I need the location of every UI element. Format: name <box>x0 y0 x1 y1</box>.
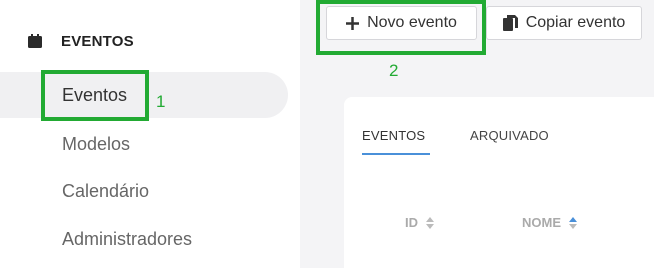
column-header-id[interactable]: ID <box>405 215 434 230</box>
annotation-highlight-1 <box>41 70 149 121</box>
column-header-label: ID <box>405 215 418 230</box>
sidebar-item-modelos[interactable]: Modelos <box>0 121 288 167</box>
copy-icon <box>502 14 518 32</box>
sort-ascending-icon <box>569 216 577 229</box>
events-card: EVENTOS ARQUIVADO ID NOME <box>344 97 654 268</box>
tab-arquivado[interactable]: ARQUIVADO <box>470 128 549 143</box>
annotation-number-2: 2 <box>389 61 399 80</box>
sidebar-item-administradores[interactable]: Administradores <box>0 216 288 262</box>
calendar-icon <box>28 34 42 48</box>
copy-event-label: Copiar evento <box>525 14 626 31</box>
sidebar-item-calendario[interactable]: Calendário <box>0 168 288 214</box>
sidebar-item-label: Administradores <box>62 228 193 249</box>
annotation-number-1: 1 <box>156 92 166 111</box>
copy-event-button[interactable]: Copiar evento <box>486 6 642 40</box>
tab-eventos[interactable]: EVENTOS <box>362 128 425 143</box>
sidebar-item-label: Calendário <box>62 180 150 201</box>
column-header-label: NOME <box>522 215 561 230</box>
sidebar: EVENTOS Eventos Modelos Calendário Admin… <box>0 0 300 268</box>
active-tab-indicator <box>362 153 430 155</box>
section-header-events: EVENTOS <box>27 28 134 54</box>
section-title: EVENTOS <box>61 32 134 50</box>
sidebar-item-label: Modelos <box>62 133 131 154</box>
column-header-nome[interactable]: NOME <box>522 215 577 230</box>
sort-icon <box>426 216 434 229</box>
annotation-highlight-2 <box>316 0 486 55</box>
